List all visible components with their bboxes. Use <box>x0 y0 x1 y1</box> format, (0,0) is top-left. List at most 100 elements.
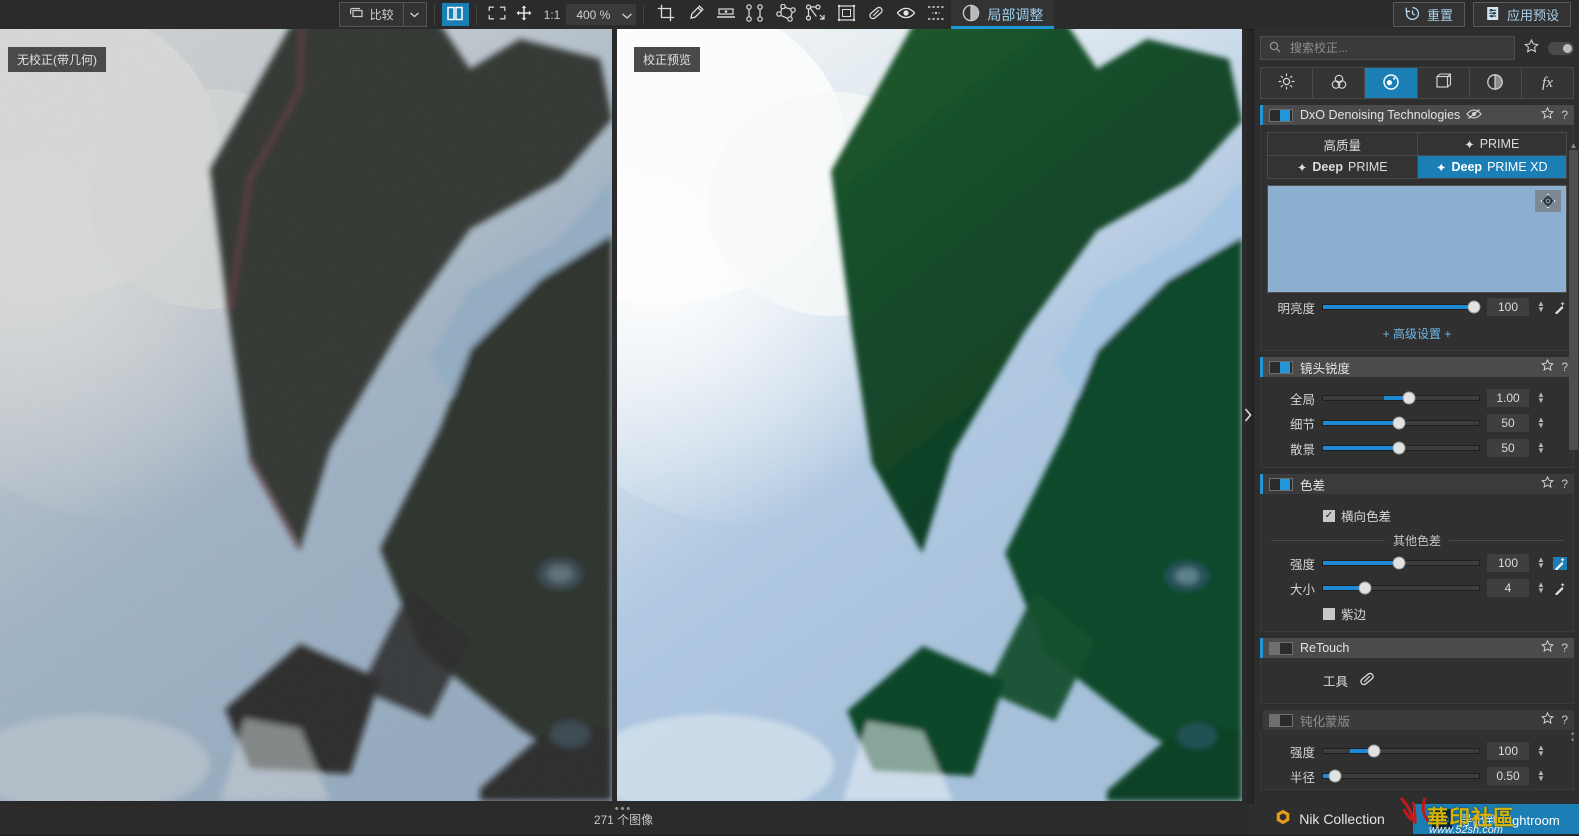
section-header-lens-sharpness[interactable]: 镜头锐度 ? <box>1260 357 1574 377</box>
tab-light[interactable] <box>1261 68 1314 98</box>
perspective-2point-tool-button[interactable] <box>741 2 771 28</box>
chromatic-aberration-help-icon[interactable]: ? <box>1561 477 1568 491</box>
slider-track-global[interactable] <box>1322 391 1480 405</box>
mode-prime[interactable]: ✦ PRIME <box>1417 132 1567 156</box>
mode-deepprime[interactable]: ✦ Deep PRIME <box>1267 156 1418 179</box>
spinner-ca-size[interactable]: ▲ ▼ <box>1536 581 1546 595</box>
perspective-rectangle-tool-button[interactable] <box>801 2 831 28</box>
panel-scrollbar[interactable]: ▲ • • <box>1569 141 1578 804</box>
auto-wand-icon-luminance[interactable] <box>1553 301 1567 314</box>
unsharp-mask-help-icon[interactable]: ? <box>1561 713 1568 727</box>
slider-track-bokeh[interactable] <box>1322 441 1480 455</box>
slider-value-ca-intensity[interactable]: 100 <box>1487 554 1529 572</box>
lens-sharpness-favorite-icon[interactable] <box>1541 358 1555 375</box>
repair-eraser-icon[interactable] <box>1358 670 1376 691</box>
slider-track-ca-intensity[interactable] <box>1322 556 1480 570</box>
color-picker-tool-button[interactable] <box>681 2 711 28</box>
spinner-bokeh[interactable]: ▲ ▼ <box>1536 441 1546 455</box>
panel-master-toggle[interactable] <box>1548 41 1574 55</box>
eye-off-icon[interactable] <box>1466 108 1482 123</box>
repair-tool-button[interactable] <box>861 2 891 28</box>
spinner-luminance[interactable]: ▲ ▼ <box>1536 300 1546 314</box>
lens-sharpness-help-icon[interactable]: ? <box>1561 360 1568 374</box>
auto-wand-icon-ca-size[interactable] <box>1553 582 1567 595</box>
spinner-usm-radius[interactable]: ▲ ▼ <box>1536 769 1546 783</box>
spinner-usm-intensity[interactable]: ▲ ▼ <box>1536 744 1546 758</box>
chromatic-aberration-favorite-icon[interactable] <box>1541 475 1555 492</box>
chevron-down-icon[interactable] <box>622 8 633 22</box>
pan-move-button[interactable] <box>511 3 538 26</box>
perspective-grid-tool-button[interactable] <box>831 2 861 28</box>
slider-track-ca-size[interactable] <box>1322 581 1480 595</box>
section-header-denoising[interactable]: DxO Denoising Technologies ? <box>1260 105 1574 125</box>
section-header-retouch[interactable]: ReTouch ? <box>1260 638 1574 658</box>
compare-control[interactable]: 比较 <box>338 2 427 27</box>
drag-dots-icon[interactable]: ••• <box>615 804 633 815</box>
denoising-favorite-icon[interactable] <box>1541 106 1555 123</box>
retouch-help-icon[interactable]: ? <box>1561 641 1568 655</box>
slider-value-usm-radius[interactable]: 0.50 <box>1487 767 1529 785</box>
loupe-target-icon[interactable] <box>1535 190 1561 212</box>
export-to-lightroom-button[interactable]: Lrc 导出到 Lightroom <box>1413 804 1579 834</box>
perspective-2point-icon <box>745 4 767 25</box>
scroll-thumb[interactable] <box>1569 150 1578 450</box>
auto-wand-icon-ca-intensity[interactable] <box>1553 556 1567 570</box>
denoising-enable-toggle[interactable] <box>1269 108 1293 122</box>
spinner-global[interactable]: ▲ ▼ <box>1536 391 1546 405</box>
crop-tool-button[interactable] <box>651 2 681 28</box>
mode-deepprime-xd[interactable]: ✦ Deep PRIME XD <box>1417 156 1567 179</box>
lens-sharpness-enable-toggle[interactable] <box>1269 360 1293 374</box>
slider-value-bokeh[interactable]: 50 <box>1487 439 1529 457</box>
spinner-detail[interactable]: ▲ ▼ <box>1536 416 1546 430</box>
section-header-unsharp-mask[interactable]: 钝化蒙版 ? <box>1260 710 1574 730</box>
retouch-enable-toggle[interactable] <box>1269 641 1293 655</box>
panel-collapse-handle[interactable] <box>1243 400 1253 430</box>
favorites-filter-icon[interactable] <box>1524 38 1539 57</box>
slider-value-ca-size[interactable]: 4 <box>1487 579 1529 597</box>
tab-local-adjustments[interactable]: 局部调整 <box>951 0 1055 29</box>
fit-to-screen-button[interactable] <box>484 3 511 26</box>
unsharp-mask-enable-toggle[interactable] <box>1269 713 1293 727</box>
denoising-help-icon[interactable]: ? <box>1561 108 1568 122</box>
slider-track-usm-radius[interactable] <box>1322 769 1480 783</box>
slider-track-detail[interactable] <box>1322 416 1480 430</box>
preview-eye-button[interactable] <box>891 2 921 28</box>
retouch-favorite-icon[interactable] <box>1541 639 1555 656</box>
search-corrections-box[interactable] <box>1260 36 1515 60</box>
viewer-pane-corrected[interactable]: 校正预览 <box>617 29 1242 801</box>
spinner-ca-intensity[interactable]: ▲ ▼ <box>1536 556 1546 570</box>
nik-collection-button[interactable]: Nik Collection <box>1247 804 1413 834</box>
tab-geometry[interactable] <box>1417 68 1470 98</box>
split-view-button[interactable] <box>441 3 469 26</box>
checkbox-lateral-ca[interactable]: ✓ 横向色差 <box>1323 506 1573 525</box>
dashed-frame-button[interactable] <box>921 2 951 28</box>
compare-button[interactable]: 比较 <box>340 3 403 26</box>
tab-detail[interactable] <box>1365 68 1418 98</box>
denoising-preview-thumbnail[interactable] <box>1267 185 1567 293</box>
slider-track-usm-intensity[interactable] <box>1322 744 1480 758</box>
mode-high-quality[interactable]: 高质量 <box>1267 132 1418 156</box>
tab-color[interactable] <box>1313 68 1366 98</box>
tab-local-contrast[interactable] <box>1469 68 1522 98</box>
advanced-settings-link[interactable]: + 高级设置 + <box>1261 325 1573 342</box>
slider-value-usm-intensity[interactable]: 100 <box>1487 742 1529 760</box>
section-header-chromatic-aberration[interactable]: 色差 ? <box>1260 474 1574 494</box>
slider-value-global[interactable]: 1.00 <box>1487 389 1529 407</box>
zoom-level-control[interactable]: 400 % <box>566 4 637 25</box>
compare-dropdown-arrow[interactable] <box>402 3 426 26</box>
zoom-ratio-label[interactable]: 1:1 <box>538 8 567 22</box>
slider-track-luminance[interactable] <box>1322 300 1481 314</box>
tab-effects[interactable]: fx <box>1521 68 1574 98</box>
scroll-up-icon[interactable]: ▲ <box>1569 141 1578 150</box>
perspective-4point-tool-button[interactable] <box>771 2 801 28</box>
search-input[interactable] <box>1288 40 1506 56</box>
chromatic-aberration-enable-toggle[interactable] <box>1269 477 1293 491</box>
unsharp-mask-favorite-icon[interactable] <box>1541 711 1555 728</box>
viewer-pane-original[interactable]: 无校正(带几何) <box>0 29 612 801</box>
reset-button[interactable]: 重置 <box>1392 2 1465 27</box>
apply-preset-button[interactable]: 应用预设 <box>1473 2 1572 27</box>
slider-value-luminance[interactable]: 100 <box>1487 298 1529 316</box>
slider-value-detail[interactable]: 50 <box>1487 414 1529 432</box>
horizon-level-tool-button[interactable] <box>711 2 741 28</box>
checkbox-purple-fringing[interactable]: 紫边 <box>1323 604 1573 623</box>
